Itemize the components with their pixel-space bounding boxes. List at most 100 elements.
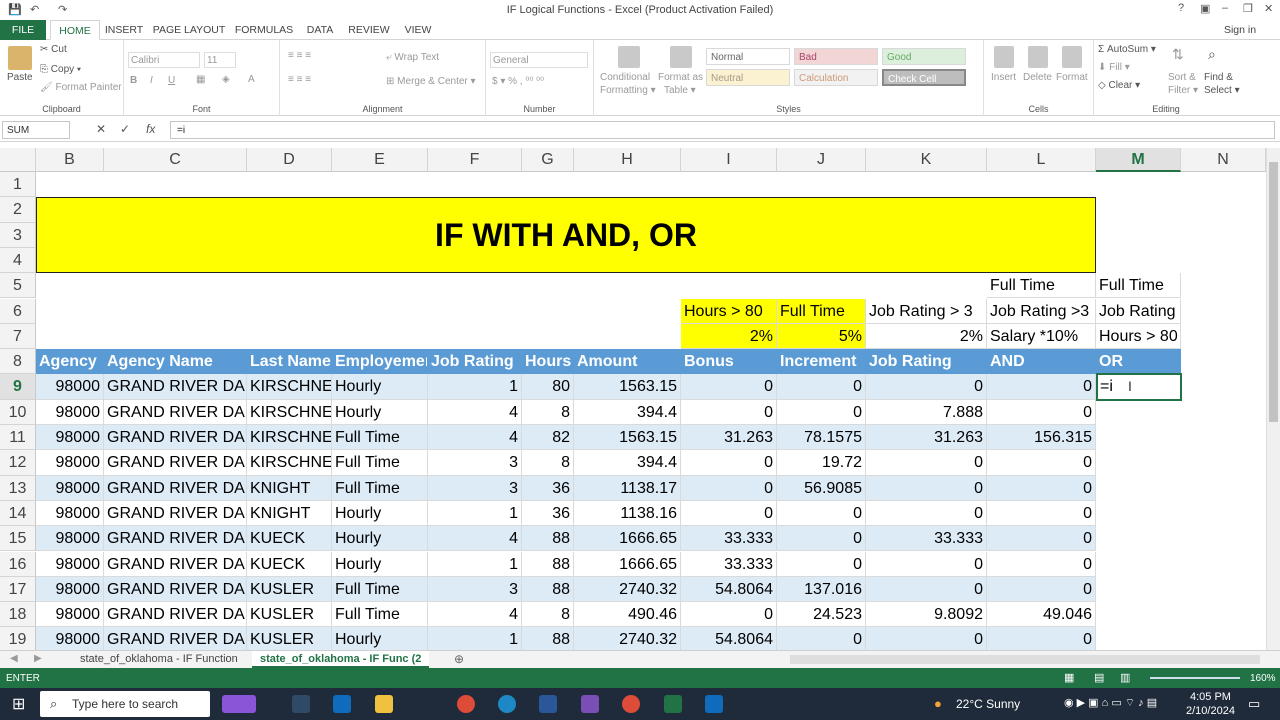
cell-d15[interactable]: KUECK: [247, 526, 332, 552]
cell-l10[interactable]: 0: [987, 399, 1096, 425]
sort-filter-button[interactable]: Sort &: [1168, 72, 1196, 83]
row-header-11[interactable]: 11: [0, 425, 36, 451]
active-cell-m9[interactable]: =i: [1096, 373, 1182, 401]
cell-e16[interactable]: Hourly: [332, 551, 428, 577]
edge-icon[interactable]: [498, 695, 516, 713]
header-j8[interactable]: Increment: [777, 349, 866, 375]
header-e8[interactable]: Employement: [332, 349, 428, 375]
style-calculation[interactable]: Calculation: [794, 69, 878, 86]
cell-b19[interactable]: 98000: [36, 627, 104, 650]
cell-e14[interactable]: Hourly: [332, 500, 428, 527]
insert-function-icon[interactable]: fx: [146, 122, 155, 136]
delete-button[interactable]: Delete: [1023, 72, 1052, 83]
cell-f17[interactable]: 3: [428, 576, 522, 603]
cell-d18[interactable]: KUSLER: [247, 602, 332, 628]
row-header-3[interactable]: 3: [0, 222, 36, 248]
formula-input[interactable]: =i: [170, 121, 1275, 139]
cell-j11[interactable]: 78.1575: [777, 425, 866, 451]
cell-k10[interactable]: 7.888: [866, 399, 987, 425]
cell-b15[interactable]: 98000: [36, 526, 104, 552]
cell-i17[interactable]: 54.8064: [681, 576, 777, 603]
zoom-level[interactable]: 160%: [1250, 673, 1276, 684]
column-header-h[interactable]: H: [574, 148, 681, 172]
cell-b13[interactable]: 98000: [36, 475, 104, 501]
cell-g9[interactable]: 80: [522, 374, 574, 400]
cell-h11[interactable]: 1563.15: [574, 425, 681, 451]
cell-j17[interactable]: 137.016: [777, 576, 866, 603]
cell-l9[interactable]: 0: [987, 374, 1096, 400]
cell-h13[interactable]: 1138.17: [574, 475, 681, 501]
window-app-icon[interactable]: [705, 695, 723, 713]
cell-i9[interactable]: 0: [681, 374, 777, 400]
wrap-text-button[interactable]: ⤶ Wrap Text: [386, 52, 439, 63]
cell-l14[interactable]: 0: [987, 500, 1096, 527]
cell-g14[interactable]: 36: [522, 500, 574, 527]
row-header-9[interactable]: 9: [0, 374, 36, 400]
row-header-18[interactable]: 18: [0, 602, 36, 628]
cell-j16[interactable]: 0: [777, 551, 866, 577]
style-neutral[interactable]: Neutral: [706, 69, 790, 86]
header-i8[interactable]: Bonus: [681, 349, 777, 375]
tab-view[interactable]: VIEW: [400, 20, 436, 40]
header-f8[interactable]: Job Rating: [428, 349, 522, 375]
find-select-button[interactable]: Find &: [1204, 72, 1233, 83]
chrome-icon[interactable]: [457, 695, 475, 713]
cell-c13[interactable]: GRAND RIVER DAM: [104, 475, 247, 501]
cell-i13[interactable]: 0: [681, 475, 777, 501]
cell-g19[interactable]: 88: [522, 627, 574, 650]
cell-k9[interactable]: 0: [866, 374, 987, 400]
cell-j7[interactable]: 5%: [777, 323, 866, 350]
number-format-select[interactable]: General: [490, 52, 588, 68]
cell-l18[interactable]: 49.046: [987, 602, 1096, 628]
cell-l11[interactable]: 156.315: [987, 425, 1096, 451]
sheet-tab-2[interactable]: state_of_oklahoma - IF Func (2: [252, 651, 430, 668]
column-header-m[interactable]: M: [1096, 148, 1181, 172]
cell-l5[interactable]: Full Time: [987, 273, 1096, 299]
cell-f18[interactable]: 4: [428, 602, 522, 628]
header-h8[interactable]: Amount: [574, 349, 681, 375]
cell-d11[interactable]: KIRSCHNER: [247, 425, 332, 451]
cell-d10[interactable]: KIRSCHNER: [247, 399, 332, 425]
row-header-14[interactable]: 14: [0, 500, 36, 527]
cell-j18[interactable]: 24.523: [777, 602, 866, 628]
ribbon-display-icon[interactable]: ▣: [1200, 2, 1210, 15]
new-sheet-icon[interactable]: ⊕: [454, 652, 464, 666]
style-bad[interactable]: Bad: [794, 48, 878, 65]
column-header-n[interactable]: N: [1181, 148, 1266, 172]
cell-f11[interactable]: 4: [428, 425, 522, 451]
format-painter-button[interactable]: 🖌 Format Painter: [40, 82, 122, 93]
row-header-2[interactable]: 2: [0, 197, 36, 223]
cell-f9[interactable]: 1: [428, 374, 522, 400]
cell-c19[interactable]: GRAND RIVER DAM: [104, 627, 247, 650]
cell-m7[interactable]: Hours > 80 , 10%: [1096, 323, 1181, 350]
column-header-f[interactable]: F: [428, 148, 522, 172]
cell-c18[interactable]: GRAND RIVER DAM: [104, 602, 247, 628]
insert-button[interactable]: Insert: [991, 72, 1016, 83]
sheet-scroll-right-icon[interactable]: ▶: [34, 653, 42, 664]
normal-view-icon[interactable]: ▦: [1064, 671, 1074, 684]
tab-page-layout[interactable]: PAGE LAYOUT: [152, 20, 226, 40]
cell-e10[interactable]: Hourly: [332, 399, 428, 425]
cell-i7[interactable]: 2%: [681, 323, 777, 350]
cell-k15[interactable]: 33.333: [866, 526, 987, 552]
row-header-12[interactable]: 12: [0, 450, 36, 476]
header-k8[interactable]: Job Rating: [866, 349, 987, 375]
cell-k19[interactable]: 0: [866, 627, 987, 650]
cell-h10[interactable]: 394.4: [574, 399, 681, 425]
cell-d13[interactable]: KNIGHT: [247, 475, 332, 501]
format-button[interactable]: Format: [1056, 72, 1088, 83]
name-box[interactable]: SUM: [2, 121, 70, 139]
cell-l19[interactable]: 0: [987, 627, 1096, 650]
cell-g13[interactable]: 36: [522, 475, 574, 501]
cell-k7[interactable]: 2%: [866, 323, 987, 350]
row-header-4[interactable]: 4: [0, 247, 36, 274]
cell-g15[interactable]: 88: [522, 526, 574, 552]
tab-formulas[interactable]: FORMULAS: [234, 20, 294, 40]
sign-in-link[interactable]: Sign in: [1218, 20, 1262, 40]
cancel-icon[interactable]: ✕: [96, 122, 106, 136]
paste-icon[interactable]: [8, 46, 32, 70]
tab-file[interactable]: FILE: [0, 20, 46, 40]
row-header-13[interactable]: 13: [0, 475, 36, 501]
underline-button[interactable]: U: [168, 75, 175, 86]
merge-center-button[interactable]: ⊞ Merge & Center ▾: [386, 76, 476, 87]
